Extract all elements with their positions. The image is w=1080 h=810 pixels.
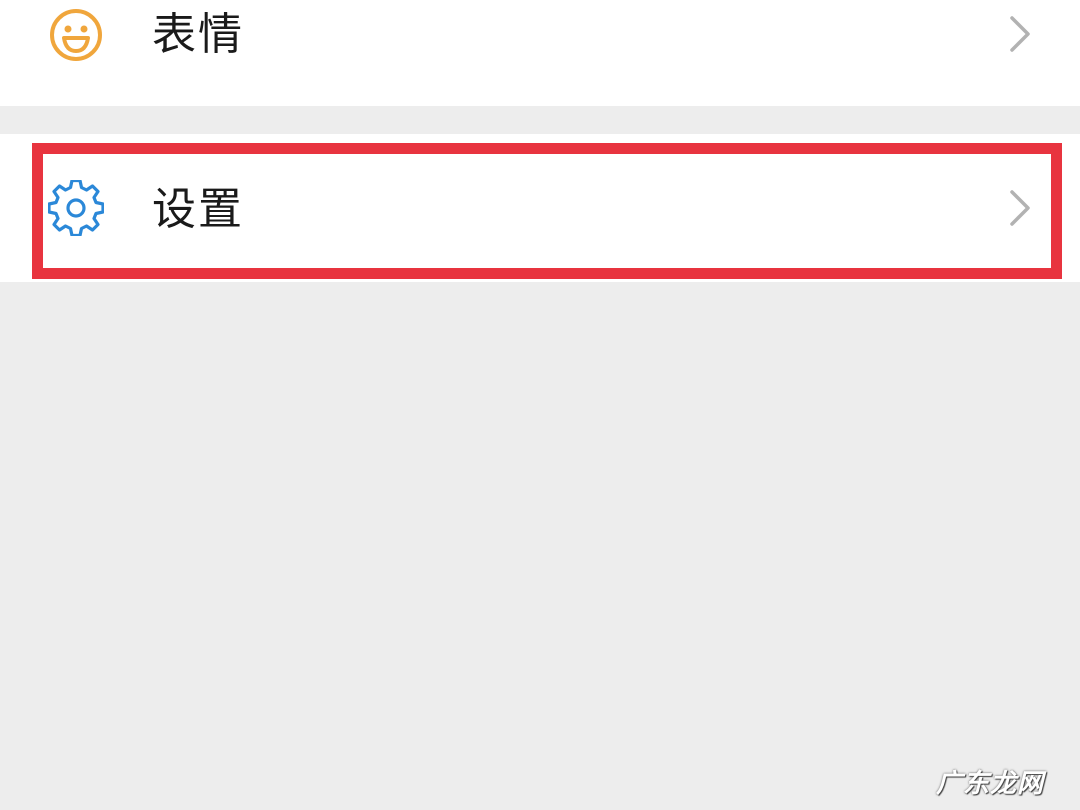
menu-item-emoji[interactable]: 表情 <box>0 0 1080 106</box>
watermark: 广东龙网 <box>935 769 1044 799</box>
chevron-right-icon <box>1010 16 1030 52</box>
menu-item-label: 设置 <box>152 184 244 235</box>
smiley-icon <box>50 9 102 61</box>
settings-screen: 表情 设置 广东龙网 <box>0 0 1080 810</box>
chevron-right-icon <box>1010 190 1030 226</box>
section-divider <box>0 106 1080 134</box>
menu-item-settings[interactable]: 设置 <box>0 134 1080 282</box>
gear-icon <box>48 180 104 236</box>
menu-item-label: 表情 <box>152 9 244 60</box>
